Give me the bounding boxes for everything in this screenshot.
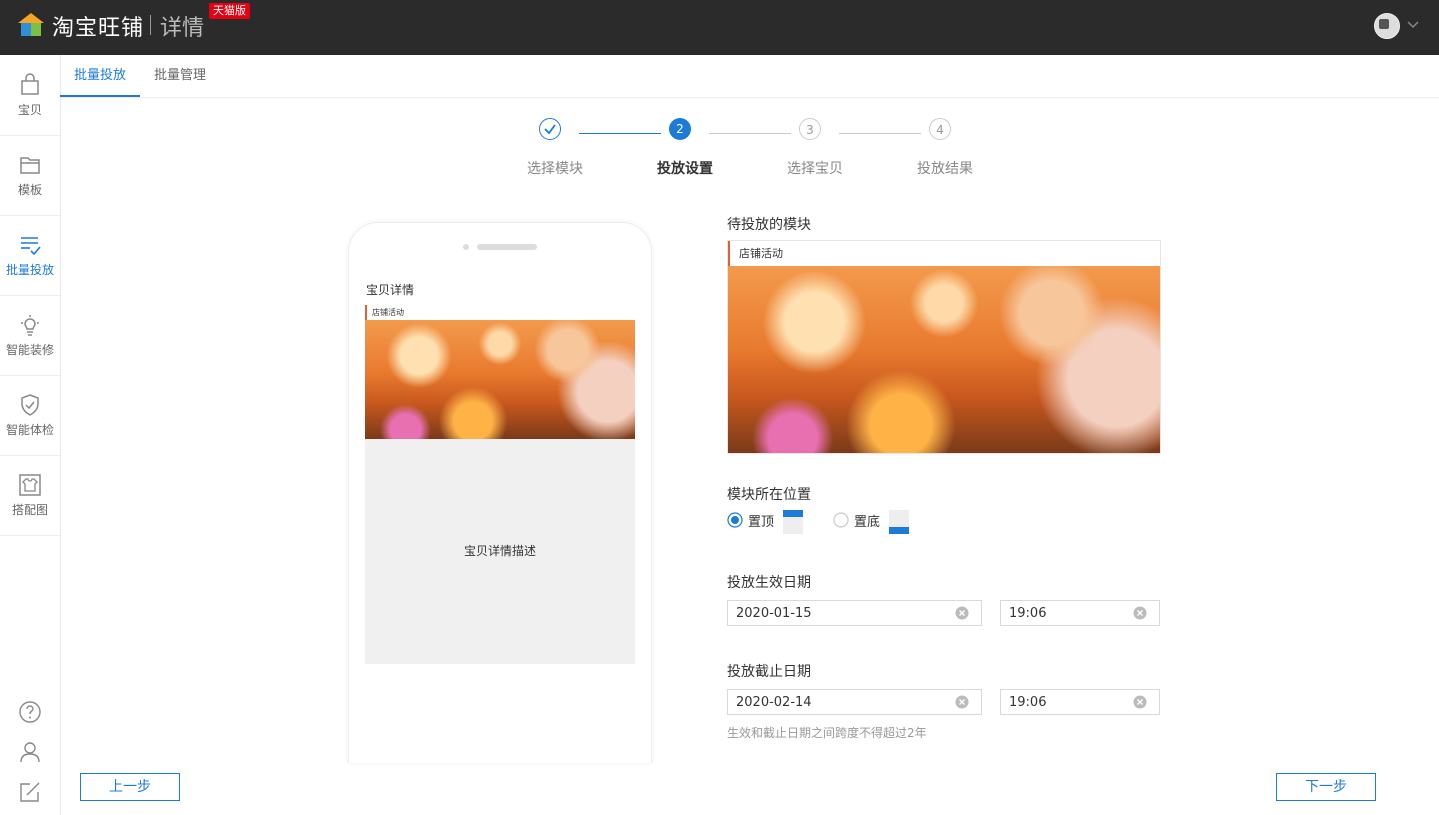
next-step-button[interactable]: 下一步 xyxy=(1276,773,1376,801)
start-time-input[interactable]: 19:06 xyxy=(1000,600,1160,626)
logo-divider xyxy=(150,15,151,35)
step-2-label: 投放设置 xyxy=(657,161,713,177)
sidebar-item-batch[interactable]: 批量投放 xyxy=(0,215,60,296)
step-4-circle: 4 xyxy=(929,118,951,140)
step-connector xyxy=(579,133,661,134)
avatar[interactable] xyxy=(1374,13,1400,39)
position-top-label: 置顶 xyxy=(748,515,775,530)
position-top-icon xyxy=(783,510,803,534)
position-bottom-icon xyxy=(889,510,909,534)
bulb-icon xyxy=(21,315,39,336)
sidebar-item-label: 搭配图 xyxy=(11,503,48,517)
phone-camera xyxy=(463,244,469,250)
help-icon[interactable] xyxy=(18,700,42,724)
pending-module-label: 待投放的模块 xyxy=(727,217,811,233)
start-time-value: 19:06 xyxy=(1009,606,1047,621)
prev-step-button[interactable]: 上一步 xyxy=(80,773,180,801)
user-icon[interactable] xyxy=(18,740,42,764)
sidebar-item-smart-decor[interactable]: 智能装修 xyxy=(0,295,60,376)
date-range-hint: 生效和截止日期之间跨度不得超过2年 xyxy=(727,726,927,740)
shield-check-icon xyxy=(21,394,39,416)
list-check-icon xyxy=(21,237,41,256)
sidebar-item-template[interactable]: 模板 xyxy=(0,135,60,216)
top-bar: 淘宝旺铺 详情 天猫版 xyxy=(0,0,1439,55)
start-date-label: 投放生效日期 xyxy=(727,575,811,591)
step-2-circle: 2 xyxy=(669,118,691,140)
module-banner xyxy=(728,266,1160,453)
edit-icon[interactable] xyxy=(18,780,42,804)
step-1-circle xyxy=(539,118,561,140)
logo-subtitle: 详情 xyxy=(160,16,205,41)
phone-preview: 宝贝详情 店铺活动 宝贝详情描述 xyxy=(348,222,652,763)
end-date-input[interactable]: 2020-02-14 xyxy=(727,689,982,715)
radio-checked-icon[interactable] xyxy=(727,512,743,528)
phone-module-banner xyxy=(365,320,635,439)
sidebar-item-smart-check[interactable]: 智能体检 xyxy=(0,375,60,456)
sidebar-item-label: 智能体检 xyxy=(5,423,54,437)
position-bottom-label: 置底 xyxy=(854,515,881,530)
logo-icon xyxy=(18,13,44,36)
bag-icon xyxy=(21,73,39,95)
sidebar-item-label: 智能装修 xyxy=(5,343,54,357)
phone-detail-description: 宝贝详情描述 xyxy=(365,439,635,664)
step-1-label: 选择模块 xyxy=(527,161,583,177)
sidebar-item-label: 批量投放 xyxy=(5,263,54,277)
clear-icon[interactable] xyxy=(1133,606,1147,620)
folder-icon xyxy=(20,157,40,174)
shirt-icon xyxy=(19,474,41,496)
module-name: 店铺活动 xyxy=(728,241,1160,266)
end-time-value: 19:06 xyxy=(1009,695,1047,710)
radio-unchecked-icon[interactable] xyxy=(833,512,849,528)
phone-module-label: 店铺活动 xyxy=(365,305,635,320)
start-date-value: 2020-01-15 xyxy=(736,606,812,621)
sidebar: 宝贝 模板 批量投放 智能装修 智能体检 搭配图 xyxy=(0,55,61,815)
position-label: 模块所在位置 xyxy=(727,487,811,503)
step-3-circle: 3 xyxy=(799,118,821,140)
chevron-down-icon[interactable] xyxy=(1406,17,1420,31)
clear-icon[interactable] xyxy=(1133,695,1147,709)
sidebar-item-baby[interactable]: 宝贝 xyxy=(0,55,60,136)
phone-title: 宝贝详情 xyxy=(366,283,415,297)
clear-icon[interactable] xyxy=(955,695,969,709)
end-date-value: 2020-02-14 xyxy=(736,695,812,710)
start-date-input[interactable]: 2020-01-15 xyxy=(727,600,982,626)
sidebar-item-outfit[interactable]: 搭配图 xyxy=(0,455,60,536)
edition-badge: 天猫版 xyxy=(209,3,250,19)
sidebar-item-label: 模板 xyxy=(17,183,42,197)
step-connector xyxy=(839,133,921,134)
step-4-label: 投放结果 xyxy=(917,161,973,177)
step-3-label: 选择宝贝 xyxy=(787,161,843,177)
end-time-input[interactable]: 19:06 xyxy=(1000,689,1160,715)
tab-batch-manage[interactable]: 批量管理 xyxy=(140,55,220,97)
step-connector xyxy=(709,133,791,134)
tab-batch-deploy[interactable]: 批量投放 xyxy=(60,55,140,97)
pending-module-card: 店铺活动 xyxy=(727,240,1161,454)
end-date-label: 投放截止日期 xyxy=(727,664,811,680)
check-icon xyxy=(544,124,556,135)
logo-text: 淘宝旺铺 xyxy=(52,16,145,41)
phone-speaker xyxy=(477,244,537,250)
tab-bar: 批量投放 批量管理 xyxy=(60,55,1439,98)
clear-icon[interactable] xyxy=(955,606,969,620)
sidebar-item-label: 宝贝 xyxy=(17,103,42,117)
